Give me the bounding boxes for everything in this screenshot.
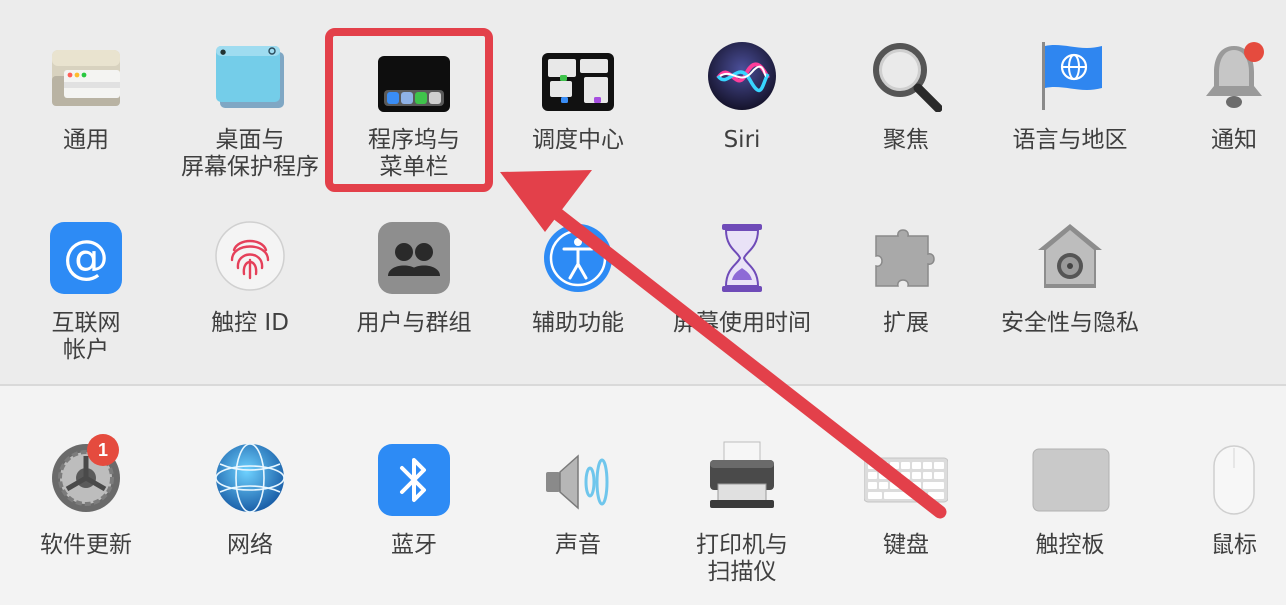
annotation-arrow xyxy=(500,170,947,519)
